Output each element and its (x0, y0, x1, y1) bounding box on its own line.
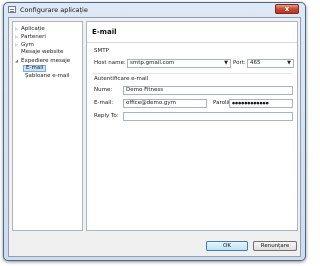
port-label: Port: (233, 60, 246, 66)
auth-section-label: Autentificare e-mail (94, 76, 149, 82)
tree-item-email[interactable]: E-mail (23, 65, 47, 72)
tree-item-sabloane-email[interactable]: Șabloane e-mail (25, 73, 69, 80)
email-input[interactable]: office@demo.gym (123, 99, 207, 108)
email-label: E-mail: (94, 100, 114, 106)
cancel-button[interactable]: Renunțare (253, 241, 297, 251)
window-title: Configurare aplicație (20, 6, 88, 14)
dropdown-arrow-icon: ▼ (287, 60, 291, 66)
tree-item-aplicatie[interactable]: ▷ Aplicație (15, 25, 45, 32)
ok-button[interactable]: OK (206, 241, 248, 251)
configuration-dialog: Configurare aplicație x ▷ Aplicație ▷ Part… (3, 2, 306, 261)
reply-to-input[interactable] (123, 112, 293, 121)
host-name-select[interactable]: smtp.gmail.com ▼ (127, 59, 231, 68)
tree-item-gym[interactable]: ▷ Gym (15, 41, 34, 48)
smtp-section-label: SMTP (94, 48, 109, 54)
tree-item-mesaje-website[interactable]: Mesaje website (15, 49, 63, 56)
close-button[interactable]: x (275, 4, 299, 14)
reply-to-label: Reply To: (94, 113, 119, 119)
password-input[interactable]: ●●●●●●●●●●●● (229, 99, 293, 108)
dialog-body: ▷ Aplicație ▷ Parteneri ▷ Gym Mesaje websit… (8, 17, 301, 257)
tree-item-parteneri[interactable]: ▷ Parteneri (15, 33, 46, 40)
port-select[interactable]: 465 ▼ (247, 59, 294, 68)
name-input[interactable]: Demo Fitness (123, 86, 293, 95)
app-icon (8, 6, 16, 13)
section-divider (92, 73, 292, 74)
email-settings-panel: E-mail SMTP Host name: smtp.gmail.com ▼ … (86, 21, 298, 231)
host-name-label: Host name: (94, 60, 126, 66)
tree-item-expediere-mesaje[interactable]: ◢ Expediere mesaje (15, 57, 70, 64)
dropdown-arrow-icon: ▼ (224, 60, 228, 66)
panel-title: E-mail (92, 28, 117, 36)
panel-header: E-mail (87, 22, 297, 43)
settings-tree: ▷ Aplicație ▷ Parteneri ▷ Gym Mesaje websit… (12, 21, 83, 231)
name-label: Nume: (94, 87, 113, 93)
